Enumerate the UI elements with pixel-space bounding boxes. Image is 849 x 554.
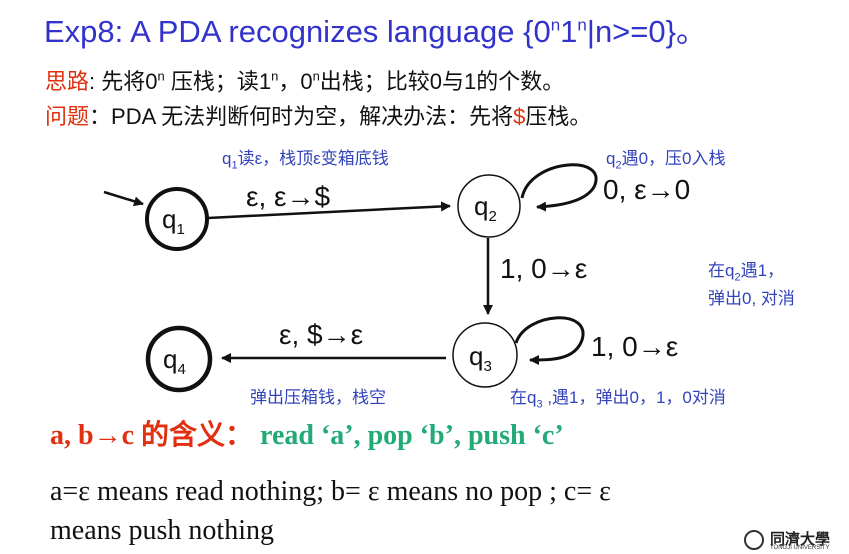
notation-description: read ‘a’, pop ‘b’, push ‘c’ xyxy=(260,420,564,451)
state-q3 xyxy=(452,322,518,388)
notation-label: a, b→c 的含义： xyxy=(50,420,254,451)
university-logo: 同濟大學 TONGJI UNIVERSITY xyxy=(744,528,848,554)
state-q4 xyxy=(145,325,213,393)
label-q2-q3: 1, 0→ε xyxy=(500,253,587,284)
label-q2-loop: 0, ε→0 xyxy=(603,174,690,205)
note-q2: q2遇0，压0入栈 xyxy=(606,149,726,172)
epsilon-explanation-line1: a=ε means read nothing; b= ε means no po… xyxy=(50,476,611,507)
note-q3-q4: 弹出压箱钱，栈空 xyxy=(250,388,386,407)
university-name-en: TONGJI UNIVERSITY xyxy=(770,545,830,551)
edge-q2-loop xyxy=(520,163,598,212)
start-arrow xyxy=(103,190,144,207)
label-q1-q2: ε, ε→$ xyxy=(246,181,331,212)
label-q3-loop: 1, 0→ε xyxy=(591,331,678,362)
epsilon-explanation-line2: means push nothing xyxy=(50,515,274,546)
note-q1: q1读ε，栈顶ε变箱底钱 xyxy=(222,149,389,172)
state-q1 xyxy=(145,187,209,251)
note-q2-q3-line1: 在q2遇1， xyxy=(708,261,785,284)
note-q3: 在q3 ,遇1，弹出0，1，0对消 xyxy=(510,388,726,411)
note-q2-q3-line2: 弹出0, 对消 xyxy=(708,289,795,308)
state-q2 xyxy=(457,174,521,238)
label-q3-q4: ε, $→ε xyxy=(279,319,363,350)
edge-q3-loop xyxy=(514,316,585,365)
seal-icon xyxy=(744,530,764,550)
notation-meaning: a, b→c 的含义： read ‘a’, pop ‘b’, push ‘c’ xyxy=(50,413,564,453)
